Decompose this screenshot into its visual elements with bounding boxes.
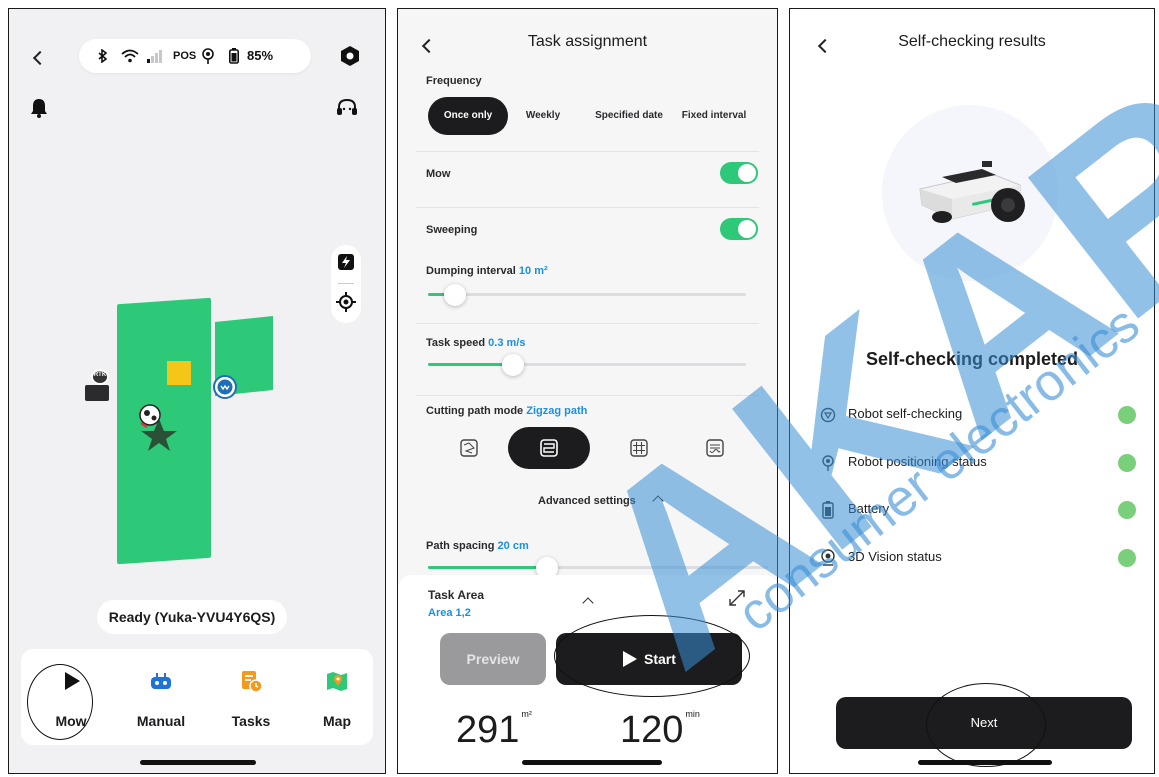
map-icon [327, 672, 347, 691]
task-speed-value: 0.3 m/s [488, 337, 526, 349]
home-screen: POS 85% RTK Ready (Yuka-YVU4Y6QS) Mow Ma… [8, 8, 386, 774]
positioning-icon [202, 48, 214, 64]
wifi-icon [121, 49, 139, 63]
random-path-icon [460, 439, 478, 457]
battery-icon [229, 48, 239, 64]
dumping-interval-value: 10 m² [518, 265, 548, 277]
mow-highlight-circle [27, 664, 93, 740]
status-ok-icon [1118, 549, 1136, 567]
sweeping-label: Sweeping [426, 224, 478, 236]
cutting-path-value: Zigzag path [526, 405, 588, 417]
nav-tasks[interactable]: Tasks [211, 649, 291, 745]
status-ok-icon [1118, 454, 1136, 472]
nav-manual[interactable]: Manual [121, 649, 201, 745]
time-unit: min [685, 709, 700, 719]
home-indicator [918, 760, 1052, 765]
area-unit: m² [521, 709, 532, 719]
status-ok-icon [1118, 501, 1136, 519]
gamepad-icon [151, 673, 171, 689]
mow-toggle[interactable] [720, 162, 758, 184]
dumping-interval-label: Dumping interval 10 m² [426, 265, 548, 277]
task-area-value[interactable]: Area 1,2 [428, 607, 471, 619]
back-arrow-icon[interactable] [32, 50, 48, 66]
bell-icon[interactable] [29, 97, 49, 119]
settings-hex-icon[interactable] [339, 45, 361, 67]
support-headset-icon[interactable] [335, 97, 359, 119]
sweeping-toggle[interactable] [720, 218, 758, 240]
dumping-interval-slider[interactable] [428, 293, 746, 296]
next-highlight-circle [926, 683, 1046, 767]
pos-label: POS [173, 50, 197, 62]
page-title: Self-checking results [898, 33, 1046, 50]
frequency-label: Frequency [426, 75, 482, 87]
divider [416, 151, 759, 152]
battery-percent: 85% [247, 48, 274, 63]
frequency-once-only[interactable]: Once only [428, 97, 508, 135]
device-status: Ready (Yuka-YVU4Y6QS) [97, 600, 287, 634]
page-title: Task assignment [527, 33, 648, 50]
home-indicator [140, 760, 256, 765]
nav-map[interactable]: Map [297, 649, 377, 745]
task-clock-icon [242, 671, 263, 693]
divider [416, 207, 759, 208]
mow-label: Mow [426, 168, 451, 180]
obstacle-marker [167, 361, 191, 385]
path-spacing-value: 20 cm [497, 540, 529, 552]
area-value: 291 m² [456, 709, 532, 751]
task-speed-fill [428, 363, 510, 366]
path-mode-random[interactable] [428, 427, 510, 469]
quick-edit-icon[interactable] [337, 253, 355, 271]
signal-icon [147, 50, 162, 63]
divider [416, 323, 759, 324]
dumping-interval-thumb[interactable] [444, 284, 466, 306]
path-spacing-label: Path spacing 20 cm [426, 540, 529, 552]
frequency-weekly[interactable]: Weekly [512, 97, 574, 135]
cutting-path-label: Cutting path mode Zigzag path [426, 405, 588, 417]
task-speed-label: Task speed 0.3 m/s [426, 337, 526, 349]
charging-station-icon[interactable] [213, 375, 237, 399]
task-speed-thumb[interactable] [502, 354, 524, 376]
locate-icon[interactable] [336, 292, 356, 312]
mower-position-icon [139, 404, 177, 451]
task-area-label: Task Area [428, 588, 485, 602]
rtk-label: RTK [93, 372, 107, 378]
map-tools [331, 245, 361, 323]
status-bar: POS 85% [79, 39, 311, 73]
rtk-station-icon[interactable]: RTK [85, 369, 115, 401]
preview-button[interactable]: Preview [440, 633, 546, 685]
frequency-specified-date[interactable]: Specified date [590, 97, 668, 135]
time-value: 120 min [620, 709, 700, 751]
frequency-fixed-interval[interactable]: Fixed interval [674, 97, 754, 135]
bluetooth-icon [98, 49, 108, 63]
home-indicator [522, 760, 662, 765]
